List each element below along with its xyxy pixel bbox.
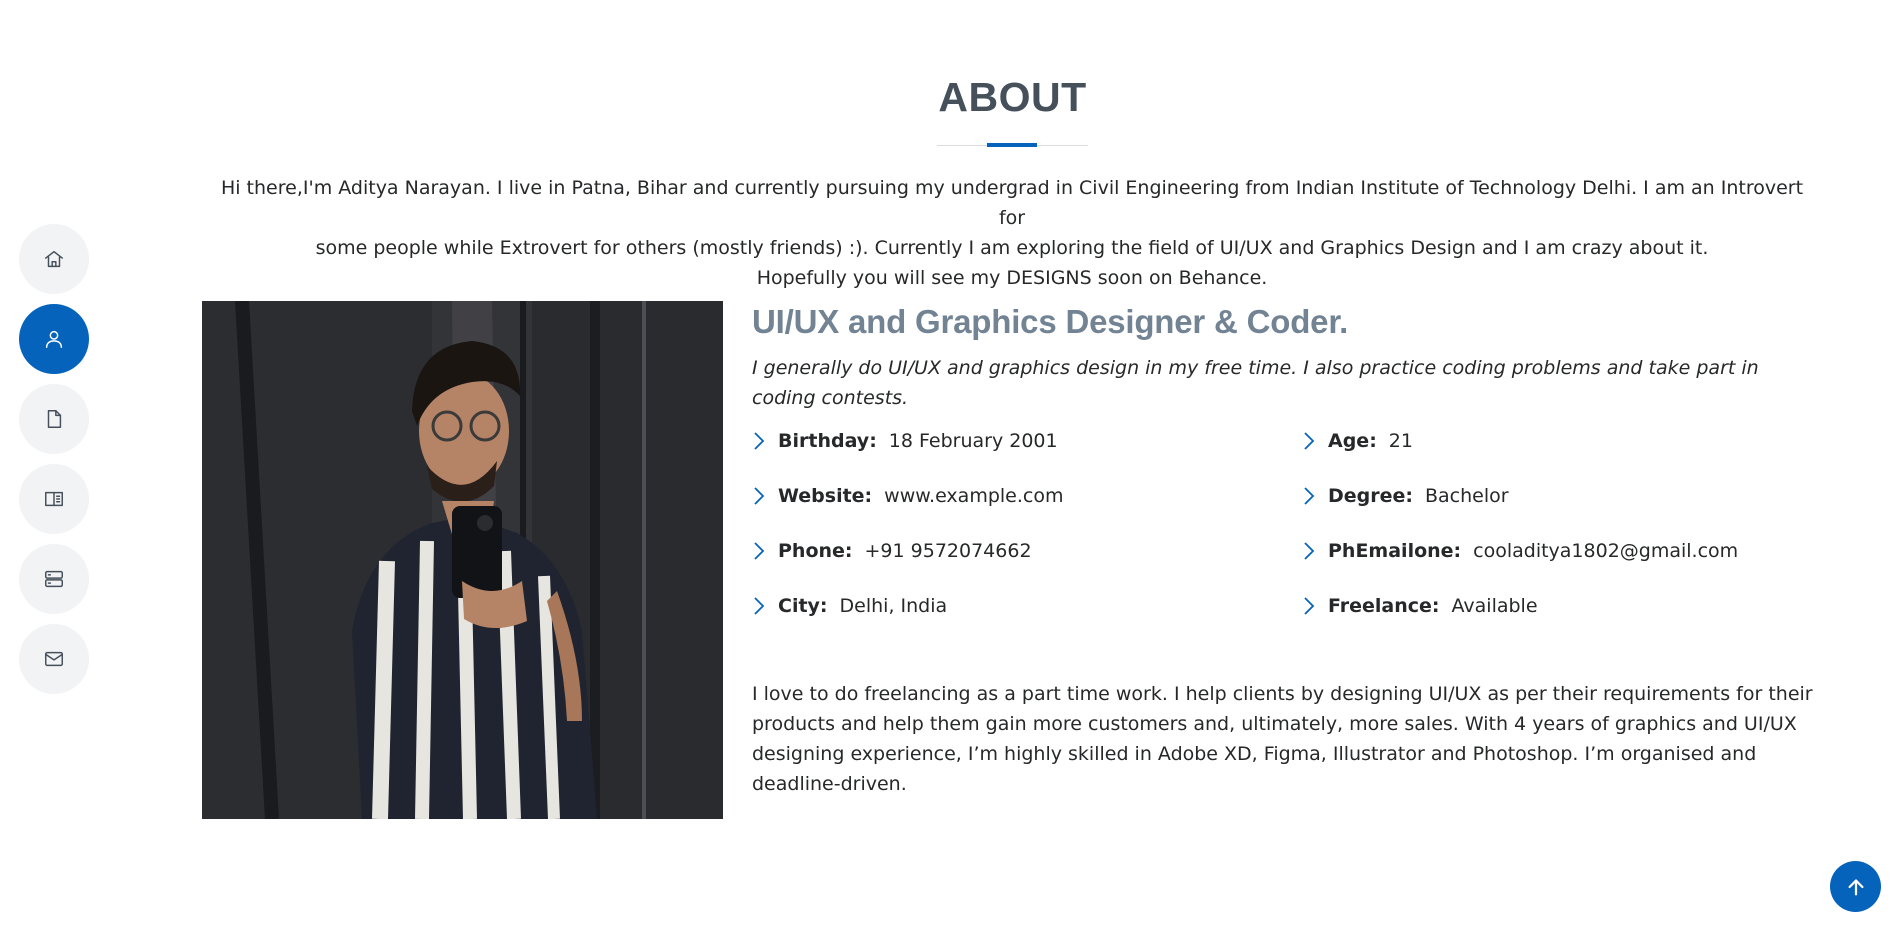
chevron-right-icon: [752, 540, 766, 562]
role-lead: I generally do UI/UX and graphics design…: [752, 357, 1759, 409]
fact-birthday: Birthday: 18 February 2001: [752, 430, 1058, 452]
nav-about[interactable]: [19, 304, 89, 374]
chevron-right-icon: [752, 430, 766, 452]
fact-phone: Phone: +91 9572074662: [752, 540, 1032, 562]
chevron-right-icon: [752, 485, 766, 507]
intro-line-2: some people while Extrovert for others (…: [315, 237, 1709, 259]
fact-website: Website: www.example.com: [752, 485, 1063, 507]
fact-label: Birthday:: [778, 430, 877, 452]
back-to-top-button[interactable]: [1830, 861, 1881, 912]
house-icon: [45, 250, 63, 268]
nav-services[interactable]: [19, 544, 89, 614]
arrow-up-icon: [1847, 878, 1864, 895]
fact-city: City: Delhi, India: [752, 595, 947, 617]
fact-value: Bachelor: [1425, 485, 1509, 507]
nav-portfolio[interactable]: [19, 464, 89, 534]
nav-home[interactable]: [19, 224, 89, 294]
fact-label: City:: [778, 595, 828, 617]
fact-label: Website:: [778, 485, 873, 507]
fact-value: www.example.com: [884, 485, 1064, 507]
fact-label: PhEmailone:: [1328, 540, 1462, 562]
fact-degree: Degree: Bachelor: [1302, 485, 1509, 507]
fact-freelance: Freelance: Available: [1302, 595, 1538, 617]
chevron-right-icon: [752, 595, 766, 617]
fact-value: 21: [1388, 430, 1413, 452]
fact-label: Age:: [1328, 430, 1377, 452]
person-icon: [45, 330, 63, 348]
intro-text: Hi there,I'm Aditya Narayan. I live in P…: [210, 173, 1814, 293]
chevron-right-icon: [1302, 485, 1316, 507]
side-nav: [19, 224, 89, 704]
about-content: UI/UX and Graphics Designer & Coder. I g…: [752, 301, 1827, 413]
fact-email: PhEmailone: cooladitya1802@gmail.com: [1302, 540, 1738, 562]
fact-value: 18 February 2001: [888, 430, 1058, 452]
envelope-icon: [45, 651, 63, 667]
fact-label: Phone:: [778, 540, 853, 562]
chevron-right-icon: [1302, 595, 1316, 617]
role-heading: UI/UX and Graphics Designer & Coder.: [752, 303, 1349, 340]
book-icon: [45, 491, 63, 507]
fact-label: Freelance:: [1328, 595, 1440, 617]
chevron-right-icon: [1302, 540, 1316, 562]
chevron-right-icon: [1302, 430, 1316, 452]
file-icon: [47, 410, 62, 428]
fact-value: cooladitya1802@gmail.com: [1473, 540, 1739, 562]
fact-label: Degree:: [1328, 485, 1413, 507]
intro-line-3: Hopefully you will see my DESIGNS soon o…: [756, 267, 1268, 289]
server-icon: [45, 570, 63, 588]
fact-value: Delhi, India: [839, 595, 948, 617]
nav-resume[interactable]: [19, 384, 89, 454]
fact-age: Age: 21: [1302, 430, 1413, 452]
fact-value: Available: [1451, 595, 1538, 617]
section-title: ABOUT: [938, 74, 1087, 120]
fact-value: +91 9572074662: [864, 540, 1032, 562]
nav-contact[interactable]: [19, 624, 89, 694]
profile-photo: [202, 301, 723, 819]
intro-line-1: Hi there,I'm Aditya Narayan. I live in P…: [220, 177, 1804, 229]
section-title-wrap: ABOUT: [0, 74, 1897, 121]
title-accent-bar: [987, 143, 1037, 147]
freelance-paragraph: I love to do freelancing as a part time …: [752, 683, 1813, 795]
